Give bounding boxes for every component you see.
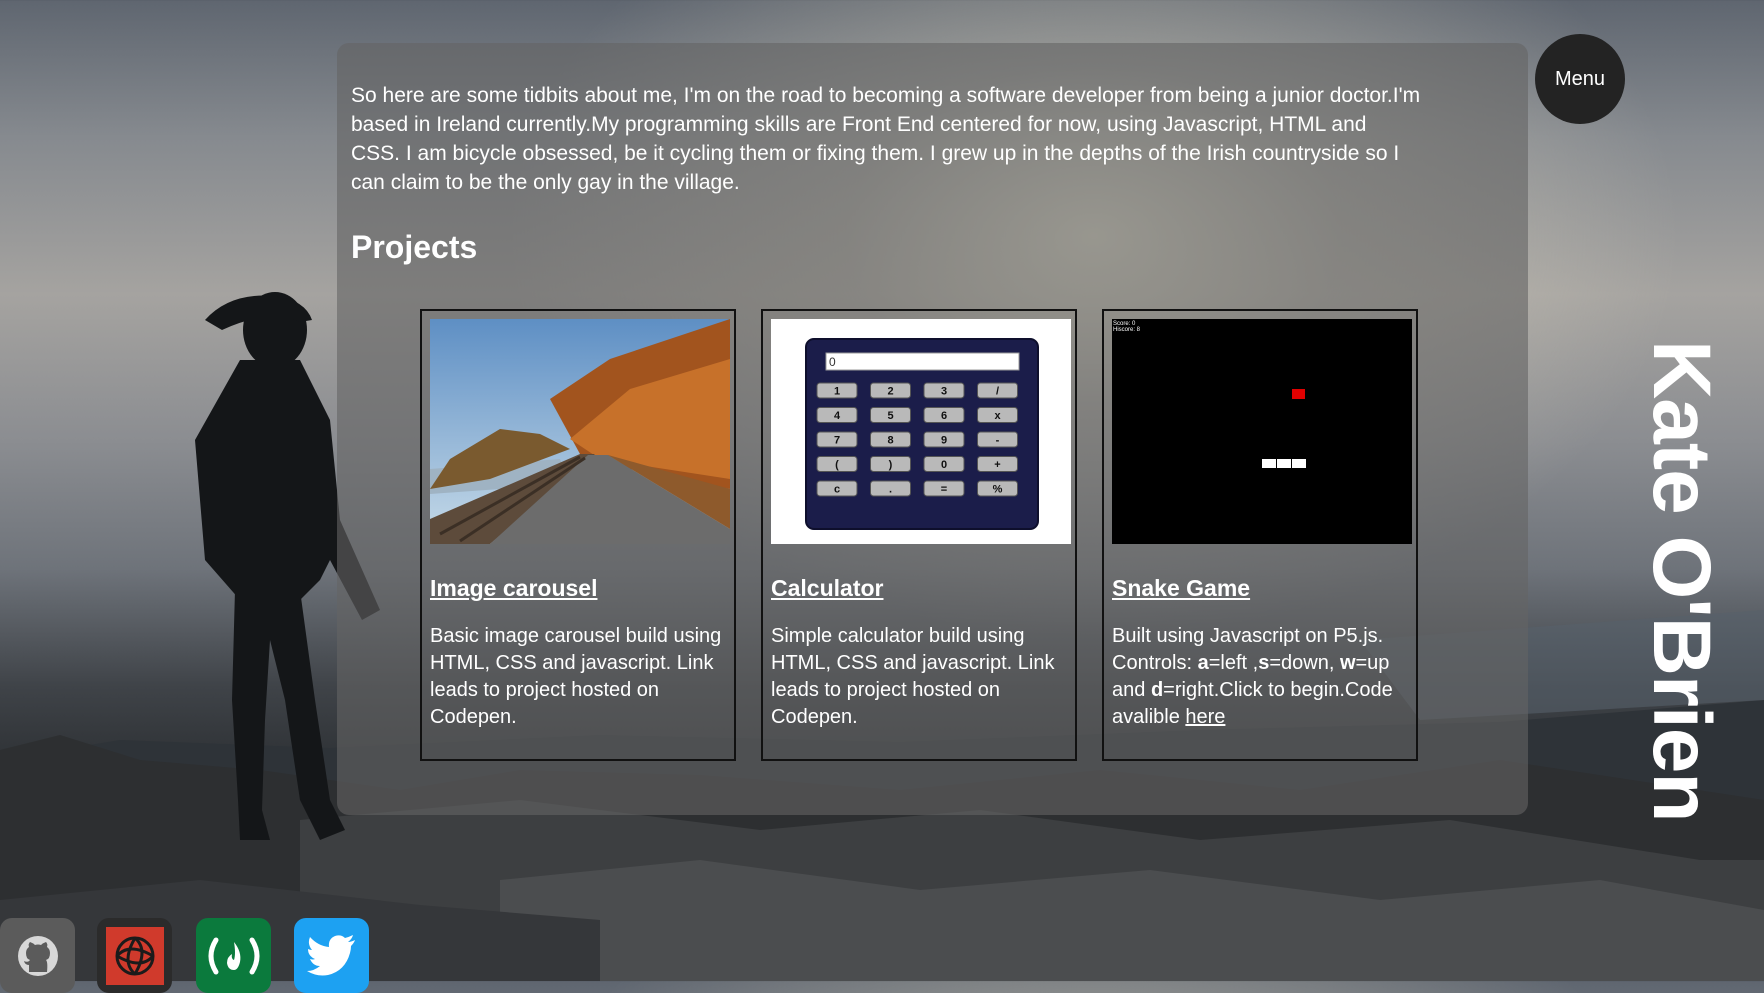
project-card-calculator: 0 1 2 3 / 4 5 6 x 7 8 9 - () 0 + c. =% Calculator Simple… <box>761 309 1077 761</box>
calculator-key-label: 6 <box>941 410 947 422</box>
site-owner-name: Kate O'Brien <box>1636 340 1727 822</box>
project-description: Built using Javascript on P5.js. Control… <box>1112 625 1393 728</box>
calculator-key-label: ) <box>889 459 893 471</box>
twitter-link[interactable] <box>294 918 369 993</box>
snake-game-thumbnail[interactable]: Score: 0 Hiscore: 8 <box>1112 319 1412 544</box>
calculator-key-label: c <box>834 484 840 496</box>
snake-hiscore: Hiscore: 8 <box>1113 327 1141 333</box>
projects-heading: Projects <box>351 229 478 265</box>
project-card-snake-game: Score: 0 Hiscore: 8 Snake Game Built usi… <box>1102 309 1418 761</box>
calculator-key-label: 2 <box>887 386 893 398</box>
calculator-key-label: 9 <box>941 435 947 447</box>
calculator-key-label: x <box>994 410 1001 422</box>
calculator-display: 0 <box>829 355 836 369</box>
codepen-link[interactable] <box>97 918 172 993</box>
about-bio: So here are some tidbits about me, I'm o… <box>351 84 1421 194</box>
project-card-image-carousel: Image carousel Basic image carousel buil… <box>420 309 736 761</box>
calculator-thumbnail[interactable]: 0 1 2 3 / 4 5 6 x 7 8 9 - () 0 + c. =% <box>771 319 1071 544</box>
twitter-icon <box>306 934 355 975</box>
project-link-calculator[interactable]: Calculator <box>771 575 883 602</box>
project-link-snake-game[interactable]: Snake Game <box>1112 575 1250 602</box>
calculator-key-label: 3 <box>941 386 947 398</box>
calculator-key-label: - <box>996 435 1000 447</box>
image-carousel-thumbnail[interactable] <box>430 319 730 544</box>
project-link-image-carousel[interactable]: Image carousel <box>430 575 597 602</box>
calculator-key-label: % <box>993 484 1003 496</box>
snake-food <box>1292 389 1305 399</box>
calculator-key-label: . <box>889 484 892 496</box>
snake-code-link[interactable]: here <box>1185 706 1225 728</box>
menu-button[interactable]: Menu <box>1535 34 1625 124</box>
calculator-key-label: = <box>941 484 947 496</box>
project-description: Simple calculator build using HTML, CSS … <box>771 625 1055 728</box>
calculator-key-label: 5 <box>887 410 893 422</box>
calculator-key-label: 7 <box>834 435 840 447</box>
content-panel: So here are some tidbits about me, I'm o… <box>337 43 1528 815</box>
snake-body <box>1262 459 1306 468</box>
calculator-key-label: 4 <box>834 410 841 422</box>
calculator-key-label: ( <box>835 459 839 471</box>
calculator-key-label: / <box>996 386 999 398</box>
codepen-icon <box>105 926 164 985</box>
calculator-key-label: 8 <box>887 435 893 447</box>
freecodecamp-icon <box>208 937 259 974</box>
calculator-key-label: 1 <box>834 386 840 398</box>
github-icon <box>17 935 58 976</box>
project-description: Basic image carousel build using HTML, C… <box>430 625 722 728</box>
github-link[interactable] <box>0 918 75 993</box>
freecodecamp-link[interactable] <box>196 918 271 993</box>
calculator-key-label: 0 <box>941 459 947 471</box>
calculator-key-label: + <box>994 459 1000 471</box>
